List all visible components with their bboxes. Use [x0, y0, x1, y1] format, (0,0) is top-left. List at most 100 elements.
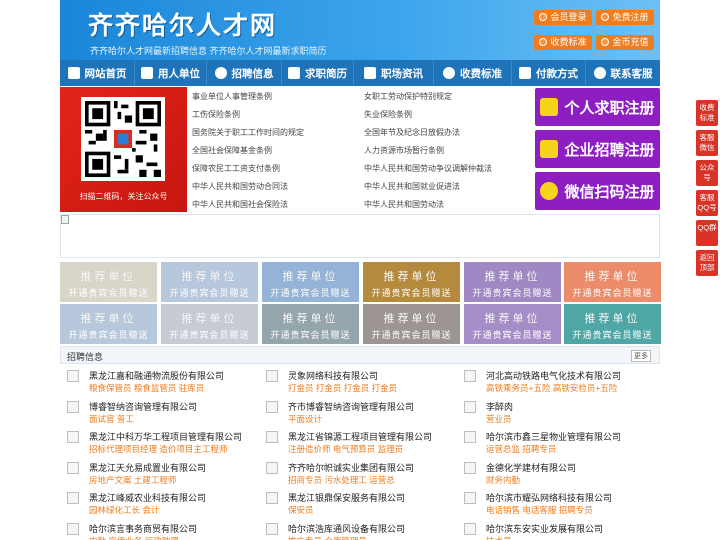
job-positions[interactable]: 打金员 打金员 打金员 打金员: [288, 382, 397, 394]
recommended-employer-tile[interactable]: 推荐单位 开通贵宾会员赠送: [60, 262, 157, 302]
job-listing[interactable]: 金德化学建材有限公司 财务内勤: [459, 460, 655, 490]
nav-pricing[interactable]: 收费标准: [434, 60, 512, 86]
job-positions[interactable]: 招标代理项目经理 造价项目主工程师: [89, 443, 227, 455]
company-name[interactable]: 黑龙江嘉和融通物流股份有限公司: [89, 369, 224, 382]
wechat-register-button[interactable]: 微信扫码注册: [535, 172, 660, 210]
job-listing[interactable]: 黑龙江峰威农业科技有限公司 园林绿化工长 会计: [62, 490, 258, 520]
back-to-top-button[interactable]: 返回顶部: [696, 250, 718, 276]
company-name[interactable]: 黑龙江银鼎保安服务有限公司: [288, 491, 405, 504]
job-listing[interactable]: 河北高动铁路电气化技术有限公司 高铁乘务员+五险 高铁安检员+五险: [459, 368, 655, 398]
recommended-employer-tile[interactable]: 推荐单位 开通贵宾会员赠送: [60, 304, 157, 344]
regulation-link[interactable]: 失业保险条例: [364, 109, 412, 120]
regulation-link[interactable]: 事业单位人事管理条例: [192, 91, 272, 102]
job-positions[interactable]: 园林绿化工长 会计: [89, 504, 159, 516]
ad-banner[interactable]: [60, 214, 660, 258]
job-positions[interactable]: 房地产文案 土建工程师: [89, 474, 176, 486]
job-listing[interactable]: 黑龙江中科万华工程项目管理有限公司 招标代理项目经理 造价项目主工程师: [62, 429, 258, 459]
qq-group-button[interactable]: QQ群: [696, 220, 718, 246]
recommended-employer-tile[interactable]: 推荐单位 开通贵宾会员赠送: [564, 262, 661, 302]
company-name[interactable]: 齐市博睿智纳咨询管理有限公司: [288, 400, 414, 413]
regulation-link[interactable]: 工伤保险条例: [192, 109, 240, 120]
recommended-employer-tile[interactable]: 推荐单位 开通贵宾会员赠送: [161, 262, 258, 302]
job-listing[interactable]: 哈尔滨市鑫三星物业管理有限公司 运营总监 招聘专员: [459, 429, 655, 459]
job-listing[interactable]: 黑龙江天允易成置业有限公司 房地产文案 土建工程师: [62, 460, 258, 490]
job-listing[interactable]: 黑龙江嘉和融通物流股份有限公司 粮食保管员 粮食监管员 驻库员: [62, 368, 258, 398]
job-positions[interactable]: 电话销售 电话客服 招聘专员: [486, 504, 593, 516]
recommended-employer-tile[interactable]: 推荐单位 开通贵宾会员赠送: [564, 304, 661, 344]
regulation-link[interactable]: 中华人民共和国劳动争议调解仲裁法: [364, 163, 492, 174]
nav-support[interactable]: 联系客服: [586, 60, 660, 86]
job-listing[interactable]: 黑龙江银鼎保安服务有限公司 保安员: [261, 490, 457, 520]
recommended-employer-tile[interactable]: 推荐单位 开通贵宾会员赠送: [464, 262, 561, 302]
recommended-employer-tile[interactable]: 推荐单位 开通贵宾会员赠送: [262, 262, 359, 302]
regulation-link[interactable]: 保障农民工工资支付条例: [192, 163, 280, 174]
company-name[interactable]: 哈尔滨浩库通风设备有限公司: [288, 522, 405, 535]
nav-jobs[interactable]: 招聘信息: [207, 60, 282, 86]
register-button[interactable]: 免费注册: [596, 10, 654, 25]
job-positions[interactable]: 平面设计: [288, 413, 322, 425]
job-listing[interactable]: 哈尔滨言事务商贸有限公司内勤 宣传业务 行政助理: [62, 521, 258, 540]
job-listing[interactable]: 灵象网络科技有限公司 打金员 打金员 打金员 打金员: [261, 368, 457, 398]
company-name[interactable]: 黑龙江省锦源工程项目管理有限公司: [288, 430, 432, 443]
job-positions[interactable]: 面试官 普工: [89, 413, 134, 425]
recommended-employer-tile[interactable]: 推荐单位 开通贵宾会员赠送: [363, 262, 460, 302]
regulation-link[interactable]: 全国社会保障基金条例: [192, 145, 272, 156]
job-positions[interactable]: 保安员: [288, 504, 314, 516]
support-wechat-button[interactable]: 客服微信: [696, 130, 718, 156]
job-listing[interactable]: 哈尔滨市耀弘网络科技有限公司 电话销售 电话客服 招聘专员: [459, 490, 655, 520]
job-listing[interactable]: 齐齐哈尔帜诚实业集团有限公司 招商专员 污水处理工 运营总: [261, 460, 457, 490]
company-name[interactable]: 金德化学建材有限公司: [486, 461, 576, 474]
company-name[interactable]: 博睿智纳咨询管理有限公司: [89, 400, 197, 413]
job-listing[interactable]: 哈尔滨东安实业发展有限公司技术员: [459, 521, 655, 540]
nav-employers[interactable]: 用人单位: [135, 60, 207, 86]
job-positions[interactable]: 运营总监 招聘专员: [486, 443, 556, 455]
login-button[interactable]: 会员登录: [534, 10, 592, 25]
regulation-link[interactable]: 人力资源市场暂行条例: [364, 145, 444, 156]
more-link[interactable]: 更多: [631, 350, 651, 362]
nav-resumes[interactable]: 求职简历: [282, 60, 354, 86]
job-positions[interactable]: 营业员: [486, 413, 512, 425]
company-name[interactable]: 灵象网络科技有限公司: [288, 369, 378, 382]
regulation-link[interactable]: 女职工劳动保护特别规定: [364, 91, 452, 102]
job-positions[interactable]: 注册造价师 电气预算员 监理员: [288, 443, 403, 455]
nav-payment[interactable]: 付款方式: [512, 60, 586, 86]
support-qq-button[interactable]: 客服QQ号: [696, 190, 718, 216]
company-name[interactable]: 齐齐哈尔帜诚实业集团有限公司: [288, 461, 414, 474]
official-account-button[interactable]: 公众号: [696, 160, 718, 186]
nav-home[interactable]: 网站首页: [60, 60, 135, 86]
job-positions[interactable]: 招商专员 污水处理工 运营总: [288, 474, 395, 486]
company-name[interactable]: 哈尔滨市耀弘网络科技有限公司: [486, 491, 612, 504]
recommended-employer-tile[interactable]: 推荐单位 开通贵宾会员赠送: [161, 304, 258, 344]
regulation-link[interactable]: 中华人民共和国就业促进法: [364, 181, 460, 192]
recommended-employer-tile[interactable]: 推荐单位 开通贵宾会员赠送: [262, 304, 359, 344]
company-name[interactable]: 哈尔滨市鑫三星物业管理有限公司: [486, 430, 621, 443]
company-name[interactable]: 黑龙江天允易成置业有限公司: [89, 461, 206, 474]
nav-news[interactable]: 职场资讯: [354, 60, 434, 86]
personal-register-button[interactable]: 个人求职注册: [535, 88, 660, 126]
job-listing[interactable]: 黑龙江省锦源工程项目管理有限公司 注册造价师 电气预算员 监理员: [261, 429, 457, 459]
job-positions[interactable]: 高铁乘务员+五险 高铁安检员+五险: [486, 382, 617, 394]
pricing-button[interactable]: 收费标准: [534, 35, 592, 50]
regulation-link[interactable]: 中华人民共和国社会保险法: [192, 199, 288, 210]
company-name[interactable]: 李醉肉: [486, 400, 513, 413]
company-name[interactable]: 黑龙江中科万华工程项目管理有限公司: [89, 430, 242, 443]
regulation-link[interactable]: 国务院关于职工工作时间的规定: [192, 127, 304, 138]
recommended-employer-tile[interactable]: 推荐单位 开通贵宾会员赠送: [363, 304, 460, 344]
job-positions[interactable]: 粮食保管员 粮食监管员 驻库员: [89, 382, 204, 394]
site-logo[interactable]: 齐齐哈尔人才网: [88, 6, 277, 42]
job-positions[interactable]: 技术员: [486, 535, 512, 540]
regulation-link[interactable]: 全国年节及纪念日放假办法: [364, 127, 460, 138]
regulation-link[interactable]: 中华人民共和国劳动法: [364, 199, 444, 210]
company-name[interactable]: 河北高动铁路电气化技术有限公司: [486, 369, 621, 382]
job-listing[interactable]: 哈尔滨浩库通风设备有限公司推广专员 仓库管理员: [261, 521, 457, 540]
company-name[interactable]: 黑龙江峰威农业科技有限公司: [89, 491, 206, 504]
job-positions[interactable]: 财务内勤: [486, 474, 520, 486]
job-listing[interactable]: 李醉肉 营业员: [459, 399, 655, 429]
company-name[interactable]: 哈尔滨言事务商贸有限公司: [89, 522, 197, 535]
pricing-float-button[interactable]: 收费标准: [696, 100, 718, 126]
job-positions[interactable]: 内勤 宣传业务 行政助理: [89, 535, 179, 540]
regulation-link[interactable]: 中华人民共和国劳动合同法: [192, 181, 288, 192]
company-name[interactable]: 哈尔滨东安实业发展有限公司: [486, 522, 603, 535]
recommended-employer-tile[interactable]: 推荐单位 开通贵宾会员赠送: [464, 304, 561, 344]
job-listing[interactable]: 博睿智纳咨询管理有限公司 面试官 普工: [62, 399, 258, 429]
